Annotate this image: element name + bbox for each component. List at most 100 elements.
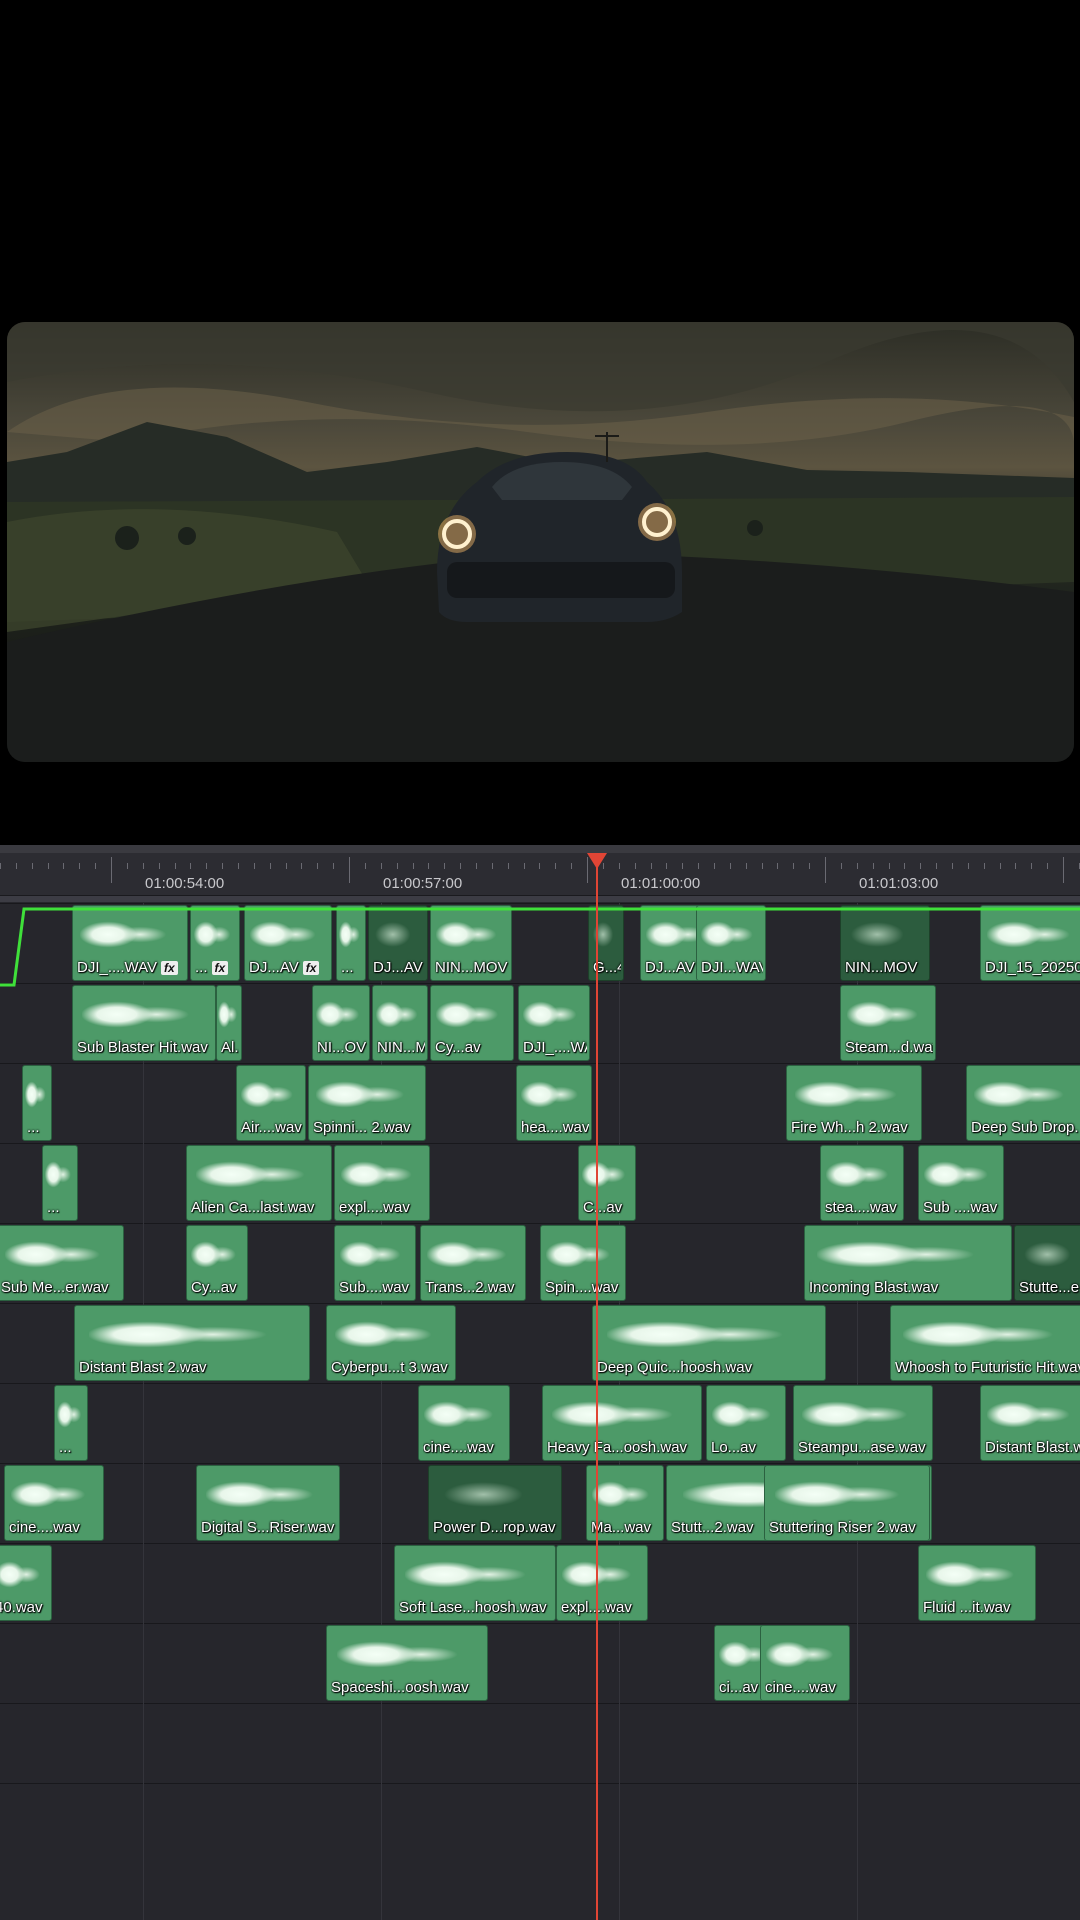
timeline-clip[interactable]: expl....wav xyxy=(334,1145,430,1221)
timeline-clip[interactable]: Whoosh to Futuristic Hit.wav xyxy=(890,1305,1080,1381)
track-separator xyxy=(0,1063,1080,1064)
timeline-clip[interactable]: DJI_....WAV xyxy=(518,985,590,1061)
timecode-ruler[interactable]: 01:00:54:00 01:00:57:00 01:01:00:00 01:0… xyxy=(0,853,1080,896)
ruler-tick xyxy=(460,863,461,869)
clip-label: Trans...2.wav xyxy=(425,1279,523,1297)
clip-label: cine....wav xyxy=(9,1519,101,1537)
audio-waveform xyxy=(24,1078,50,1108)
timeline-clip[interactable]: Sub....wav xyxy=(334,1225,416,1301)
ruler-tick xyxy=(16,863,17,869)
timeline-clip[interactable]: cine....wav xyxy=(760,1625,850,1701)
fx-badge-icon[interactable]: fx xyxy=(302,961,320,975)
timeline-clip[interactable]: Heavy Fa...oosh.wav xyxy=(542,1385,702,1461)
ruler-tick xyxy=(238,863,239,869)
ruler-tick xyxy=(317,863,318,869)
timeline-clip[interactable]: Deep Quic...hoosh.wav xyxy=(592,1305,826,1381)
clip-label: Ma...wav xyxy=(591,1519,661,1537)
timeline-clip[interactable]: Al...av xyxy=(216,985,242,1061)
timeline-clip[interactable]: NI...OV xyxy=(312,985,370,1061)
ruler-tick xyxy=(809,863,810,869)
ruler-tick xyxy=(1000,863,1001,869)
timeline-clip[interactable]: Steampu...ase.wav xyxy=(793,1385,933,1461)
timeline-clip[interactable]: cine....wav xyxy=(418,1385,510,1461)
timeline-clip[interactable]: C...av xyxy=(578,1145,636,1221)
clip-name: Heavy Fa...oosh.wav xyxy=(547,1439,688,1456)
clip-name: Deep Sub Drop. xyxy=(971,1119,1079,1136)
audio-waveform xyxy=(562,1558,642,1588)
fx-badge-icon[interactable]: fx xyxy=(161,961,178,975)
timeline-clip[interactable]: Alien Ca...last.wav xyxy=(186,1145,332,1221)
timeline-clip[interactable]: ... xyxy=(336,905,366,981)
timeline-clip[interactable]: Cy...av xyxy=(186,1225,248,1301)
playhead-handle[interactable] xyxy=(587,853,607,869)
timeline-clip[interactable]: ... xyxy=(42,1145,78,1221)
clip-label: cine....wav xyxy=(765,1679,847,1697)
timeline-clip[interactable]: DJ...AV xyxy=(368,905,428,981)
timeline-clip[interactable]: NIN...MOV xyxy=(430,905,512,981)
timeline-clip[interactable]: G...4 xyxy=(588,905,624,981)
timeline-clip[interactable]: DJI_15_20250 xyxy=(980,905,1080,981)
timeline-clip[interactable]: Sub Me...er.wav xyxy=(0,1225,124,1301)
timeline-clip[interactable]: NIN...MOV xyxy=(840,905,930,981)
ruler-tick xyxy=(555,863,556,869)
timeline-clip[interactable]: hea....wav xyxy=(516,1065,592,1141)
audio-waveform xyxy=(523,998,585,1028)
timeline-clip[interactable]: Cyberpu...t 3.wav xyxy=(326,1305,456,1381)
ruler-tick xyxy=(95,863,96,869)
timeline-clip[interactable]: stea....wav xyxy=(820,1145,904,1221)
timeline-clip[interactable]: Soft Lase...hoosh.wav xyxy=(394,1545,556,1621)
audio-waveform xyxy=(1019,1238,1080,1268)
fx-badge-icon[interactable]: fx xyxy=(211,961,229,975)
timeline-clip[interactable]: Air....wav xyxy=(236,1065,306,1141)
timeline-clip[interactable]: Stutte...e xyxy=(1014,1225,1080,1301)
timeline-clip[interactable]: Trans...2.wav xyxy=(420,1225,526,1301)
timeline-clip[interactable]: Digital S...Riser.wav xyxy=(196,1465,340,1541)
timeline-clip[interactable]: Power D...rop.wav xyxy=(428,1465,562,1541)
timeline-clip[interactable]: Stuttering Riser 2.wav xyxy=(764,1465,930,1541)
timeline-clip[interactable]: ... xyxy=(22,1065,52,1141)
audio-waveform xyxy=(435,918,507,948)
timeline-clip[interactable]: Incoming Blast.wav xyxy=(804,1225,1012,1301)
ruler-tick xyxy=(1031,863,1032,869)
audio-waveform xyxy=(10,1478,98,1508)
clip-label: stea....wav xyxy=(825,1199,901,1217)
audio-waveform xyxy=(802,1398,924,1428)
ruler-tick xyxy=(539,863,540,869)
timeline-clip[interactable]: Spin....wav xyxy=(540,1225,626,1301)
timeline-clip[interactable]: cine....wav xyxy=(4,1465,104,1541)
timeline-clip[interactable]: Spaceshi...oosh.wav xyxy=(326,1625,488,1701)
clip-name: Ma...wav xyxy=(591,1519,652,1536)
timeline-clip[interactable]: expl....wav xyxy=(556,1545,648,1621)
ruler-tick xyxy=(730,863,731,869)
playhead[interactable] xyxy=(596,863,598,1920)
timeline-clip[interactable]: Lo...av xyxy=(706,1385,786,1461)
ruler-tick xyxy=(524,863,525,869)
clip-label: Power D...rop.wav xyxy=(433,1519,559,1537)
timeline-clip[interactable]: DJI...WAV xyxy=(696,905,766,981)
clip-label: ... fx xyxy=(195,959,237,977)
timeline-clip[interactable]: DJ...AV fx xyxy=(244,905,332,981)
timeline-clip[interactable]: Steam...d.wav xyxy=(840,985,936,1061)
timeline-clip[interactable]: 40.wav xyxy=(0,1545,52,1621)
timeline-clip[interactable]: DJI_....WAV fx xyxy=(72,905,188,981)
timeline-clip[interactable]: Distant Blast.w xyxy=(980,1385,1080,1461)
timeline-clip[interactable]: Sub ....wav xyxy=(918,1145,1004,1221)
clip-name: stea....wav xyxy=(825,1199,897,1216)
clip-label: DJI_15_20250 xyxy=(985,959,1080,977)
audio-waveform xyxy=(81,998,207,1028)
clip-name: Fire Wh...h 2.wav xyxy=(791,1119,908,1136)
ruler-tick xyxy=(79,863,80,869)
clip-label: Whoosh to Futuristic Hit.wav xyxy=(895,1359,1080,1377)
timeline-clip[interactable]: Sub Blaster Hit.wav xyxy=(72,985,216,1061)
timeline-clip[interactable]: ... fx xyxy=(190,905,240,981)
timeline-clip[interactable]: Cy...av xyxy=(430,985,514,1061)
timeline-clip[interactable]: Spinni... 2.wav xyxy=(308,1065,426,1141)
timeline-clip[interactable]: ... xyxy=(54,1385,88,1461)
ruler-tick xyxy=(143,863,144,869)
timeline-clip[interactable]: NIN...MOV xyxy=(372,985,428,1061)
timeline-clip[interactable]: Deep Sub Drop. xyxy=(966,1065,1080,1141)
timeline-clip[interactable]: Distant Blast 2.wav xyxy=(74,1305,310,1381)
timeline-clip[interactable]: Fluid ...it.wav xyxy=(918,1545,1036,1621)
clip-name: Trans...2.wav xyxy=(425,1279,515,1296)
timeline-clip[interactable]: Fire Wh...h 2.wav xyxy=(786,1065,922,1141)
